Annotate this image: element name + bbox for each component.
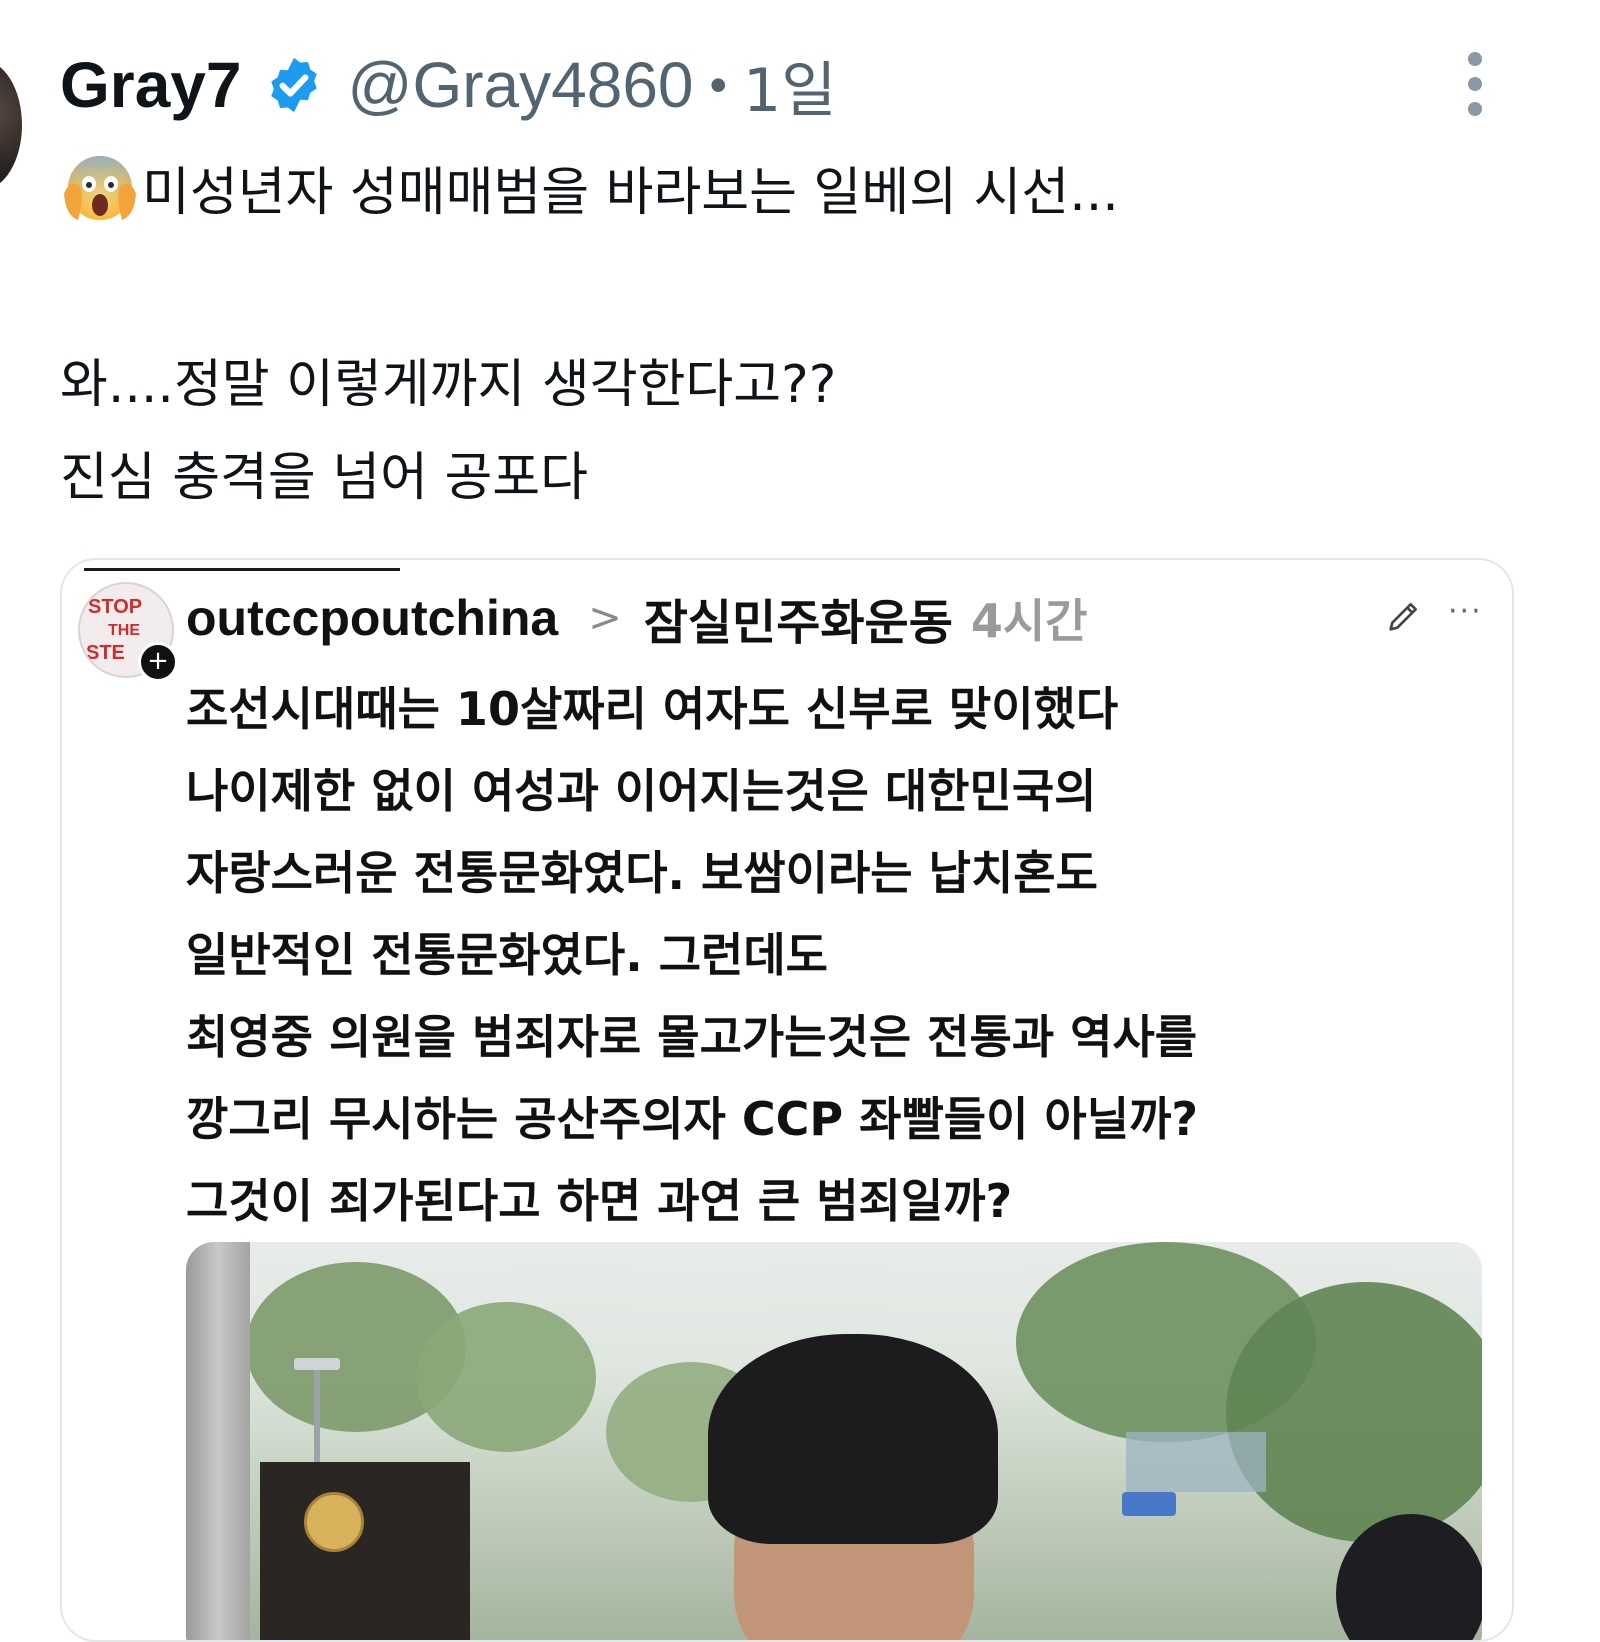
more-options-icon[interactable]: [1458, 52, 1492, 118]
quoted-post-time: 4시간: [970, 594, 1088, 648]
quoted-text-line: 그것이 죄가된다고 하면 과연 큰 범죄일까?: [186, 1174, 1013, 1228]
quoted-author-name[interactable]: outccpoutchina: [186, 589, 558, 647]
embedded-post-card[interactable]: STOP THE STE + outccpoutchina > 잠실민주화운동 …: [60, 558, 1514, 1642]
quoted-text-line: 일반적인 전통문화였다. 그런데도: [186, 928, 828, 982]
tweet-header: Gray7 @Gray4860 • 1일: [60, 40, 836, 130]
quoted-text-line: 최영중 의원을 범죄자로 몰고가는것은 전통과 역사를: [186, 1010, 1198, 1064]
face-screaming-in-fear-icon: [64, 156, 136, 220]
user-avatar[interactable]: [0, 60, 22, 190]
pencil-icon[interactable]: [1384, 596, 1424, 636]
community-name[interactable]: 잠실민주화운동: [644, 583, 953, 653]
more-horizontal-icon[interactable]: ···: [1448, 594, 1483, 629]
tweet-text-line: 진심 충격을 넘어 공포다: [60, 448, 588, 508]
quoted-post-body: 조선시대때는 10살짜리 여자도 신부로 맞이했다 나이제한 없이 여성과 이어…: [186, 668, 1486, 1242]
verified-badge-icon: [271, 57, 318, 113]
follow-plus-icon[interactable]: +: [138, 642, 178, 682]
user-handle[interactable]: @Gray4860: [347, 48, 693, 122]
display-name[interactable]: Gray7: [60, 48, 241, 122]
quoted-text-line: 조선시대때는 10살짜리 여자도 신부로 맞이했다: [186, 682, 1119, 736]
chevron-right-icon: >: [588, 595, 622, 641]
tweet-text-line: 와....정말 이렇게까지 생각한다고??: [60, 355, 837, 415]
attached-photo[interactable]: [186, 1242, 1482, 1640]
quoted-text-line: 자랑스러운 전통문화였다. 보쌈이라는 납치혼도: [186, 846, 1098, 900]
tweet-timestamp[interactable]: 1일: [743, 42, 836, 129]
card-divider: [84, 568, 400, 571]
separator-dot: •: [709, 57, 728, 113]
quoted-post-header: outccpoutchina > 잠실민주화운동 4시간: [186, 588, 1088, 651]
tweet-text-line: 미성년자 성매매범을 바라보는 일베의 시선...: [142, 163, 1119, 223]
quoted-text-line: 나이제한 없이 여성과 이어지는것은 대한민국의: [186, 764, 1097, 818]
quoted-text-line: 깡그리 무시하는 공산주의자 CCP 좌빨들이 아닐까?: [186, 1092, 1199, 1146]
